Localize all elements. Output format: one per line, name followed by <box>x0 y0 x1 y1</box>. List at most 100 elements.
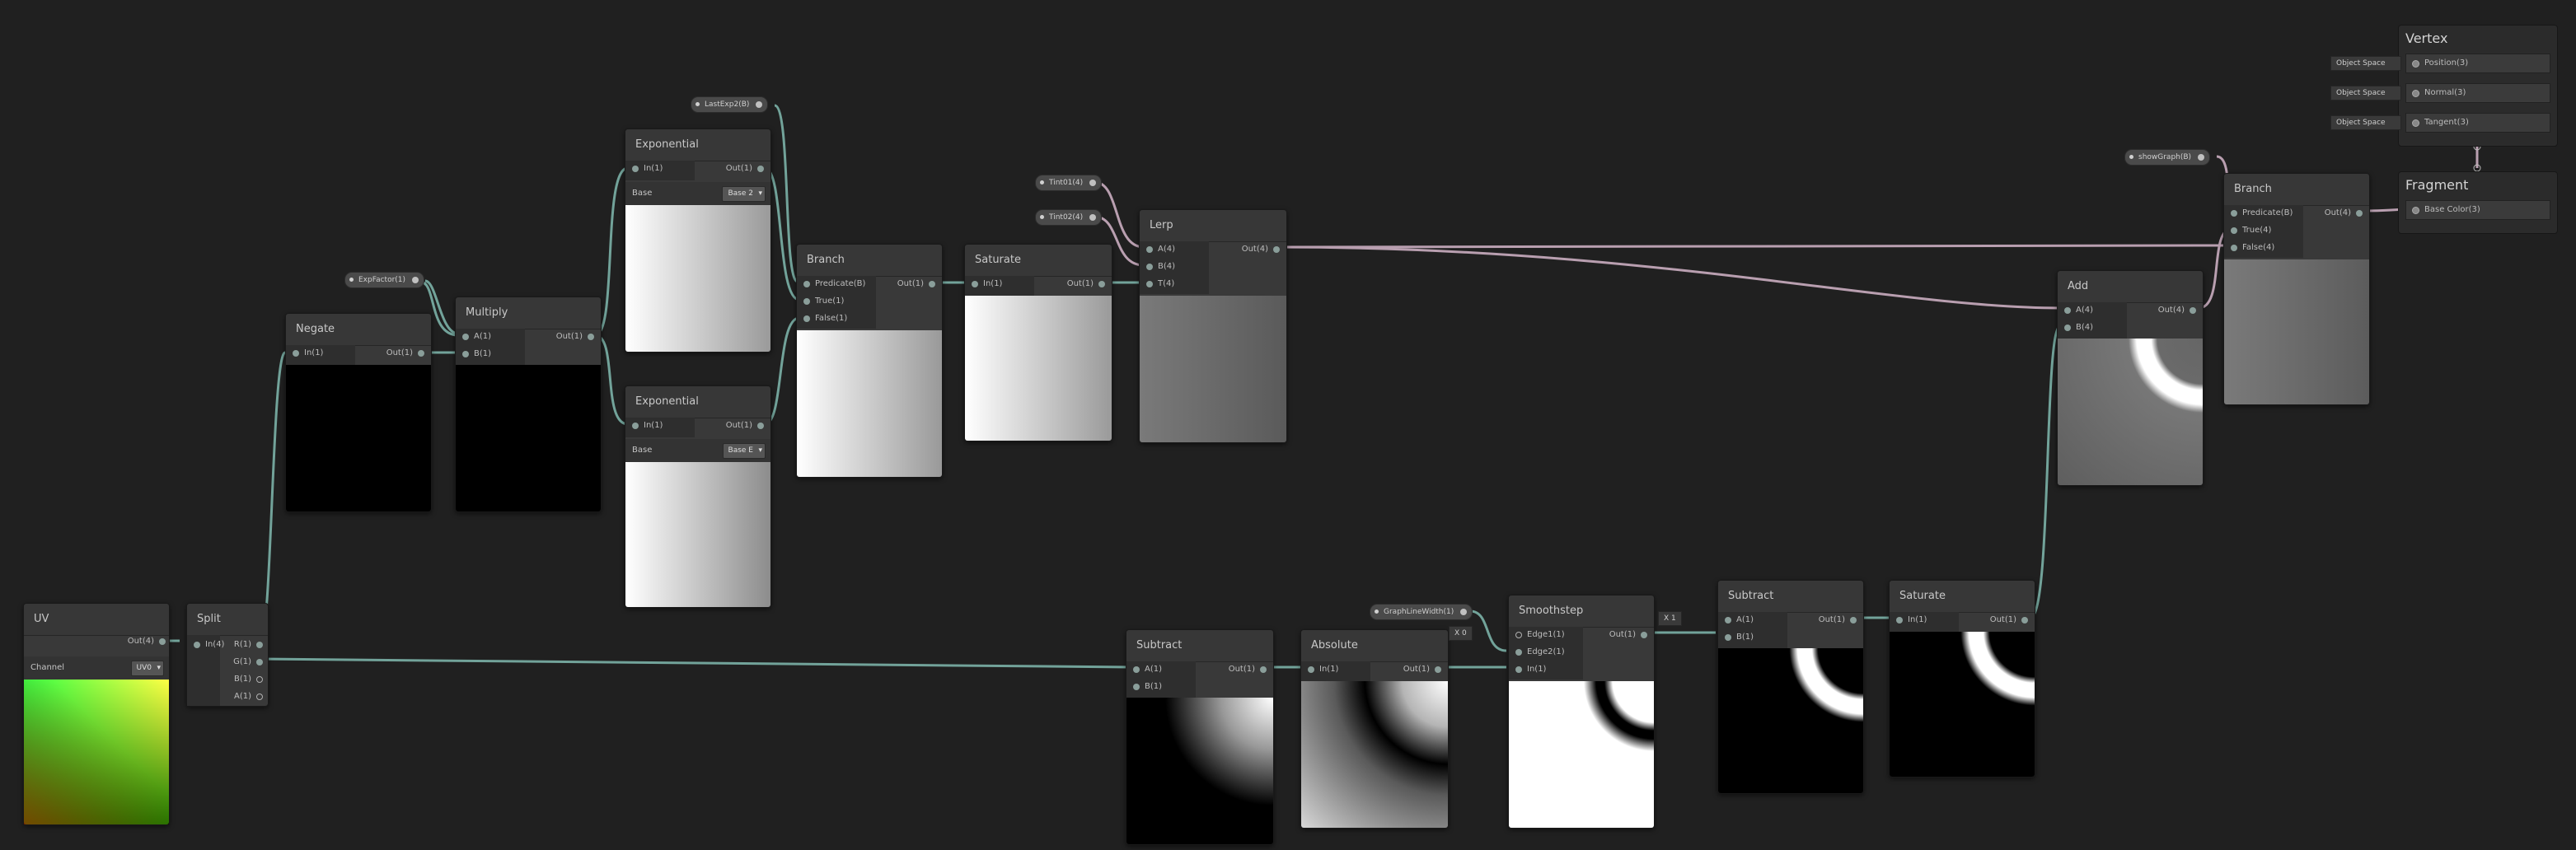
input-port-false[interactable]: False(4) <box>2231 240 2274 256</box>
output-port[interactable] <box>1089 214 1097 221</box>
port-dot[interactable] <box>2064 325 2071 331</box>
space-dropdown-position[interactable]: Object Space <box>2330 56 2401 71</box>
property-expfactor[interactable]: ExpFactor(1) <box>344 272 425 288</box>
port-dot[interactable] <box>2231 245 2237 251</box>
port-dot[interactable] <box>1146 246 1153 253</box>
node-saturate-2[interactable]: Saturate In(1) Out(1) <box>1889 580 2035 778</box>
vertex-slot-tangent[interactable]: Tangent(3) <box>2405 113 2550 133</box>
node-multiply[interactable]: Multiply A(1) B(1) Out(1) <box>455 297 602 512</box>
port-dot[interactable] <box>2231 227 2237 234</box>
channel-dropdown[interactable]: UV0 <box>130 661 164 676</box>
node-split[interactable]: Split In(4) R(1) G(1) B(1) A(1) <box>186 603 269 707</box>
port-dot[interactable] <box>462 334 469 340</box>
output-port-a[interactable]: A(1) <box>234 689 263 705</box>
input-port-predicate[interactable]: Predicate(B) <box>803 276 865 292</box>
input-port-edge2[interactable]: Edge2(1) <box>1515 644 1565 661</box>
input-port-a[interactable]: A(4) <box>2064 302 2093 319</box>
port-dot[interactable] <box>1515 666 1522 673</box>
output-port[interactable] <box>1460 609 1468 615</box>
node-exponential-2[interactable]: Exponential In(1) Out(1) Base Base E <box>625 385 771 608</box>
port-dot[interactable] <box>588 334 594 340</box>
port-dot[interactable] <box>1725 634 1731 641</box>
node-branch-1[interactable]: Branch Predicate(B) True(1) False(1) Out… <box>796 244 943 478</box>
port-dot[interactable] <box>1146 264 1153 270</box>
port-dot[interactable] <box>803 298 810 305</box>
node-absolute[interactable]: Absolute In(1) Out(1) <box>1300 629 1449 829</box>
space-dropdown-tangent[interactable]: Object Space <box>2330 115 2401 130</box>
fragment-slot-base-color[interactable]: Base Color(3) <box>2405 200 2550 220</box>
output-port[interactable] <box>756 101 763 108</box>
port-dot[interactable] <box>1896 617 1903 623</box>
input-port-in[interactable]: In(1) <box>972 276 1002 292</box>
input-port-t[interactable]: T(4) <box>1146 276 1174 292</box>
output-port-out[interactable]: Out(4) <box>1242 241 1280 258</box>
port-dot[interactable] <box>2356 210 2363 217</box>
smoothstep-x-field[interactable]: X 1 <box>1658 611 1682 626</box>
input-port-a[interactable]: A(1) <box>462 329 491 345</box>
port-dot[interactable] <box>803 315 810 322</box>
base-dropdown[interactable]: Base 2 <box>722 186 766 202</box>
node-subtract-1[interactable]: Subtract A(1) B(1) Out(1) <box>1126 629 1274 845</box>
output-port-out[interactable]: Out(1) <box>1403 661 1441 678</box>
slot-port[interactable] <box>2412 119 2419 127</box>
slot-port[interactable] <box>2412 90 2419 97</box>
port-dot[interactable] <box>1133 684 1140 690</box>
input-port-true[interactable]: True(4) <box>2231 222 2271 239</box>
output-port-out[interactable]: Out(1) <box>897 276 935 292</box>
property-tint1[interactable]: Tint01(4) <box>1035 175 1103 191</box>
port-dot[interactable] <box>256 642 263 648</box>
slot-port[interactable] <box>2412 207 2419 214</box>
input-port-in[interactable]: In(1) <box>632 418 663 434</box>
input-port-b[interactable]: B(1) <box>462 346 491 362</box>
output-port-out[interactable]: Out(1) <box>726 161 764 177</box>
port-dot[interactable] <box>2064 307 2071 314</box>
input-port-predicate[interactable]: Predicate(B) <box>2231 205 2293 222</box>
node-add[interactable]: Add A(4) B(4) Out(4) <box>2057 270 2204 486</box>
port-dot[interactable] <box>194 642 200 648</box>
input-port-in[interactable]: In(1) <box>632 161 663 177</box>
vertex-slot-normal[interactable]: Normal(3) <box>2405 83 2550 103</box>
output-port[interactable] <box>1089 180 1097 186</box>
output-port-r[interactable]: R(1) <box>234 637 263 653</box>
port-dot[interactable] <box>293 350 299 357</box>
port-dot[interactable] <box>1435 666 1441 673</box>
output-port-out[interactable]: Out(1) <box>1990 612 2028 628</box>
output-port-g[interactable]: G(1) <box>233 654 263 670</box>
output-port-b[interactable]: B(1) <box>234 671 263 688</box>
input-port-a[interactable]: A(4) <box>1146 241 1175 258</box>
port-dot[interactable] <box>2231 210 2237 217</box>
port-dot[interactable] <box>632 166 639 172</box>
output-port-out[interactable]: Out(1) <box>556 329 594 345</box>
port-dot[interactable] <box>1850 617 1857 623</box>
vertex-slot-position[interactable]: Position(3) <box>2405 54 2550 73</box>
base-dropdown[interactable]: Base E <box>722 443 766 459</box>
output-port-out[interactable]: Out(1) <box>1609 627 1647 643</box>
input-port-false[interactable]: False(1) <box>803 311 847 327</box>
input-port-b[interactable]: B(4) <box>1146 259 1175 275</box>
port-dot[interactable] <box>803 281 810 287</box>
input-port-in[interactable]: In(1) <box>293 345 323 362</box>
output-port-out[interactable]: Out(4) <box>128 633 166 650</box>
input-port-a[interactable]: A(1) <box>1725 612 1754 628</box>
output-port[interactable] <box>412 277 419 283</box>
input-port-b[interactable]: B(4) <box>2064 320 2093 336</box>
port-dot[interactable] <box>1515 649 1522 656</box>
master-vertex-context[interactable]: Vertex Position(3) Normal(3) Tangent(3) <box>2398 25 2558 147</box>
node-saturate-1[interactable]: Saturate In(1) Out(1) <box>964 244 1112 441</box>
port-dot[interactable] <box>256 694 263 700</box>
node-lerp[interactable]: Lerp A(4) B(4) T(4) Out(4) <box>1139 209 1287 443</box>
output-port-out[interactable]: Out(1) <box>1819 612 1857 628</box>
output-port-out[interactable]: Out(1) <box>1067 276 1105 292</box>
input-port-in[interactable]: In(1) <box>1515 661 1546 678</box>
port-dot[interactable] <box>1273 246 1280 253</box>
node-uv[interactable]: UV Out(4) Channel UV0 <box>23 603 170 825</box>
input-port-in[interactable]: In(1) <box>1896 612 1927 628</box>
output-port[interactable] <box>2198 154 2205 161</box>
port-dot[interactable] <box>632 423 639 429</box>
space-dropdown-normal[interactable]: Object Space <box>2330 86 2401 100</box>
port-dot[interactable] <box>159 638 166 645</box>
input-port-a[interactable]: A(1) <box>1133 661 1162 678</box>
port-dot[interactable] <box>757 166 764 172</box>
property-tint2[interactable]: Tint02(4) <box>1035 209 1103 226</box>
output-port-out[interactable]: Out(1) <box>386 345 424 362</box>
